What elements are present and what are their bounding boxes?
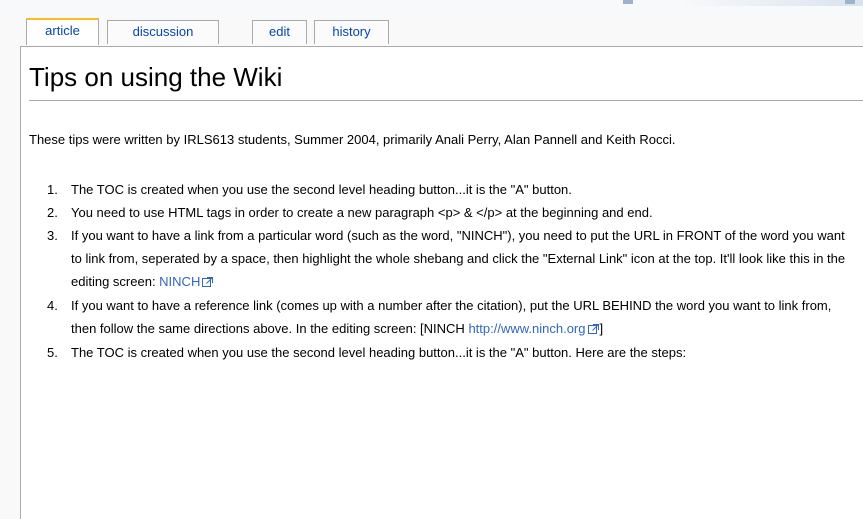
ninch-url-link[interactable]: http://www.ninch.org [468, 321, 585, 336]
title-divider [29, 100, 863, 101]
tab-edit-label: edit [269, 24, 290, 39]
top-edge-mark [845, 0, 855, 4]
list-item: 2. You need to use HTML tags in order to… [29, 201, 855, 224]
list-item: 5. The TOC is created when you use the s… [29, 341, 855, 364]
list-number: 5. [47, 345, 58, 360]
page-title: Tips on using the Wiki [29, 62, 283, 92]
tip-text: The TOC is created when you use the seco… [71, 182, 572, 197]
tab-article[interactable]: article [26, 18, 99, 45]
tab-discussion-label: discussion [132, 24, 194, 39]
top-edge-mark [623, 0, 633, 4]
list-item: 1. The TOC is created when you use the s… [29, 178, 855, 201]
external-link-icon [587, 318, 600, 341]
tip-text: You need to use HTML tags in order to cr… [71, 205, 653, 220]
content-panel: Tips on using the Wiki These tips were w… [20, 46, 863, 519]
external-link-icon [202, 271, 214, 294]
list-item: 3. If you want to have a link from a par… [29, 224, 855, 294]
tab-discussion[interactable]: discussion [107, 20, 219, 44]
tip-text: If you want to have a reference link (co… [71, 298, 832, 336]
list-number: 1. [47, 182, 58, 197]
tips-list: 1. The TOC is created when you use the s… [29, 178, 855, 364]
ninch-link[interactable]: NINCH [159, 274, 200, 289]
list-item: 4. If you want to have a reference link … [29, 294, 855, 341]
list-number: 2. [47, 205, 58, 220]
top-gradient [683, 0, 863, 6]
tip-text: The TOC is created when you use the seco… [71, 345, 687, 360]
tip-text-after: ] [599, 321, 604, 336]
tab-edit[interactable]: edit [252, 20, 307, 44]
tab-history-label: history [332, 24, 371, 39]
tab-article-label: article [45, 23, 80, 38]
intro-paragraph: These tips were written by IRLS613 stude… [29, 132, 676, 147]
list-number: 3. [47, 228, 58, 243]
tab-history[interactable]: history [314, 20, 389, 44]
list-number: 4. [47, 298, 58, 313]
